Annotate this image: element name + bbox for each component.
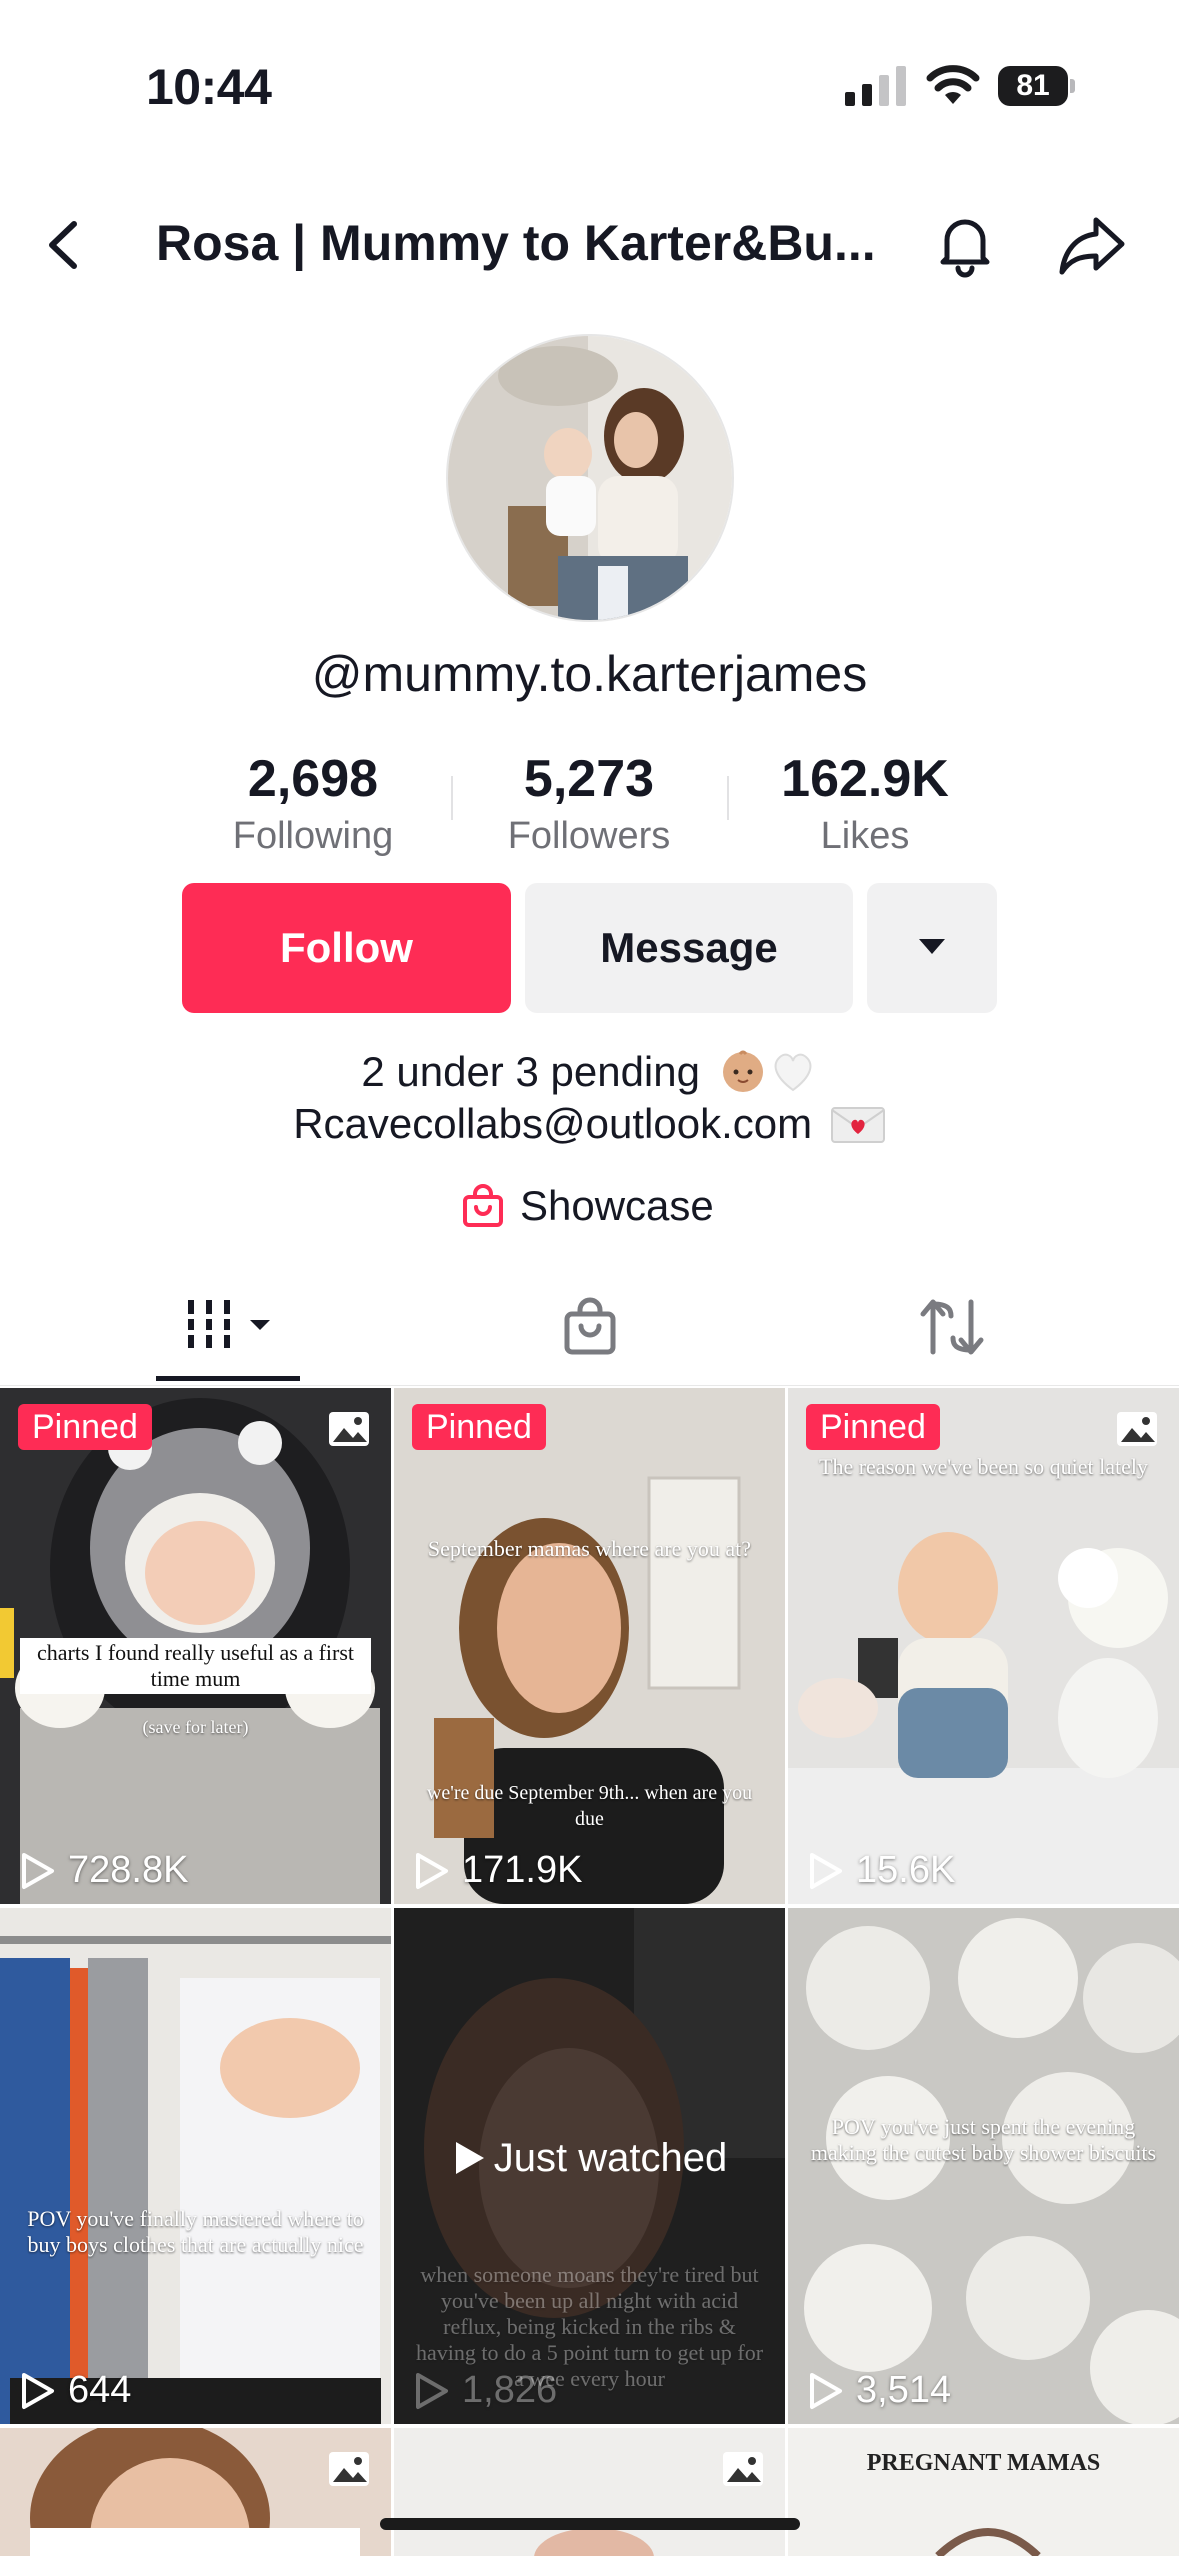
bio-text: 2 under 3 pending — [361, 1048, 700, 1095]
bio-line-1: 2 under 3 pending — [0, 1048, 1179, 1096]
video-caption: POV you've just spent the evening making… — [810, 2114, 1157, 2165]
tab-shop[interactable] — [393, 1272, 786, 1386]
stat-followers[interactable]: 5,273 Followers — [451, 748, 727, 862]
battery-level: 81 — [998, 66, 1068, 106]
video-caption: charts I found really useful as a first … — [20, 1638, 371, 1694]
view-count: 644 — [18, 2369, 131, 2412]
video-caption: September mamas where are you at? — [427, 1536, 752, 1561]
video-thumbnail — [0, 2428, 391, 2556]
video-tile[interactable] — [394, 2428, 785, 2556]
video-caption: PREGNANT MAMAS — [866, 2450, 1101, 2476]
followers-label: Followers — [507, 815, 671, 857]
profile-stats: 2,698 Following 5,273 Followers 162.9K L… — [0, 748, 1179, 858]
photo-post-icon — [329, 2452, 369, 2486]
photo-post-icon — [329, 1412, 369, 1446]
baby-emoji-icon — [722, 1050, 763, 1092]
caret-down-icon — [919, 939, 945, 954]
wifi-icon — [926, 65, 980, 104]
following-label: Following — [232, 815, 394, 857]
content-tabs — [0, 1272, 1179, 1386]
view-count: 15.6K — [806, 1849, 955, 1892]
username: @mummy.to.karterjames — [311, 646, 868, 702]
play-outline-icon — [416, 2372, 448, 2409]
video-tile[interactable] — [0, 2428, 391, 2556]
photo-post-icon — [723, 2452, 763, 2486]
view-count: 3,514 — [806, 2369, 951, 2412]
followers-count: 5,273 — [523, 750, 655, 808]
video-thumbnail — [788, 1908, 1179, 2424]
profile-avatar[interactable] — [446, 334, 734, 622]
tab-videos[interactable] — [0, 1272, 393, 1386]
view-count: 171.9K — [412, 1849, 582, 1892]
back-arrow-icon[interactable] — [30, 210, 100, 280]
video-caption: POV you've finally mastered where to buy… — [27, 2206, 364, 2257]
status-time: 10:44 — [146, 59, 272, 115]
message-button[interactable]: Message — [525, 883, 853, 1013]
video-tile[interactable]: Pinned The reason we've been so quiet la… — [788, 1388, 1179, 1904]
view-count: 1,826 — [412, 2369, 557, 2412]
following-count: 2,698 — [247, 750, 379, 808]
shopping-bag-icon — [564, 1297, 616, 1355]
pinned-badge: Pinned — [806, 1404, 940, 1450]
video-thumbnail — [788, 2428, 1179, 2556]
video-subcaption: we're due September 9th... when are you … — [426, 1782, 753, 1830]
cellular-signal-icon — [845, 66, 906, 106]
home-indicator[interactable] — [380, 2518, 800, 2530]
view-count: 728.8K — [18, 1849, 188, 1892]
pinned-badge: Pinned — [18, 1404, 152, 1450]
love-letter-emoji-icon — [830, 1107, 885, 1143]
avatar-photo — [448, 336, 732, 620]
bio-line-2: Rcavecollabs@outlook.com — [0, 1100, 1179, 1148]
share-arrow-icon[interactable] — [1052, 206, 1132, 286]
video-tile[interactable]: Just watched when someone moans they're … — [394, 1908, 785, 2424]
bio-email[interactable]: Rcavecollabs@outlook.com — [293, 1100, 812, 1147]
video-subcaption: (save for later) — [142, 1717, 249, 1737]
likes-count: 162.9K — [781, 750, 949, 808]
showcase-link[interactable]: Showcase — [460, 1176, 714, 1236]
video-grid-icon — [186, 1300, 270, 1348]
tab-reposts[interactable] — [786, 1272, 1179, 1386]
shopping-bag-icon — [463, 1184, 503, 1227]
video-tile[interactable]: Pinned charts I found really useful as a… — [0, 1388, 391, 1904]
active-tab-indicator — [156, 1376, 300, 1381]
battery-icon: 81 — [998, 66, 1075, 106]
showcase-label: Showcase — [520, 1182, 714, 1229]
profile-display-name: Rosa | Mummy to Karter&Bu... — [156, 215, 876, 271]
video-tile[interactable]: POV you've finally mastered where to buy… — [0, 1908, 391, 2424]
video-caption: The reason we've been so quiet lately — [819, 1454, 1148, 1479]
play-outline-icon — [22, 1852, 54, 1889]
play-outline-icon — [22, 2372, 54, 2409]
video-tile[interactable]: POV you've just spent the evening making… — [788, 1908, 1179, 2424]
status-bar: 10:44 81 — [0, 0, 1179, 150]
repost-icon — [920, 1299, 984, 1355]
play-outline-icon — [810, 2372, 842, 2409]
play-outline-icon — [416, 1852, 448, 1889]
follow-button[interactable]: Follow — [182, 883, 511, 1013]
photo-post-icon — [1117, 1412, 1157, 1446]
video-tile[interactable]: Pinned September mamas where are you at?… — [394, 1388, 785, 1904]
top-nav: Rosa | Mummy to Karter&Bu... — [0, 190, 1179, 300]
notification-bell-icon[interactable] — [925, 204, 1005, 284]
video-thumbnail — [0, 1908, 391, 2424]
suggested-accounts-button[interactable] — [867, 883, 997, 1013]
stat-likes[interactable]: 162.9K Likes — [727, 748, 1003, 862]
stat-following[interactable]: 2,698 Following — [175, 748, 451, 862]
play-outline-icon — [810, 1852, 842, 1889]
video-tile[interactable]: PREGNANT MAMAS — [788, 2428, 1179, 2556]
just-watched-overlay: Just watched — [394, 2136, 785, 2181]
video-thumbnail — [394, 2428, 785, 2556]
likes-label: Likes — [820, 815, 910, 857]
white-heart-emoji-icon — [774, 1053, 812, 1092]
pinned-badge: Pinned — [412, 1404, 546, 1450]
play-filled-icon — [455, 2142, 484, 2174]
